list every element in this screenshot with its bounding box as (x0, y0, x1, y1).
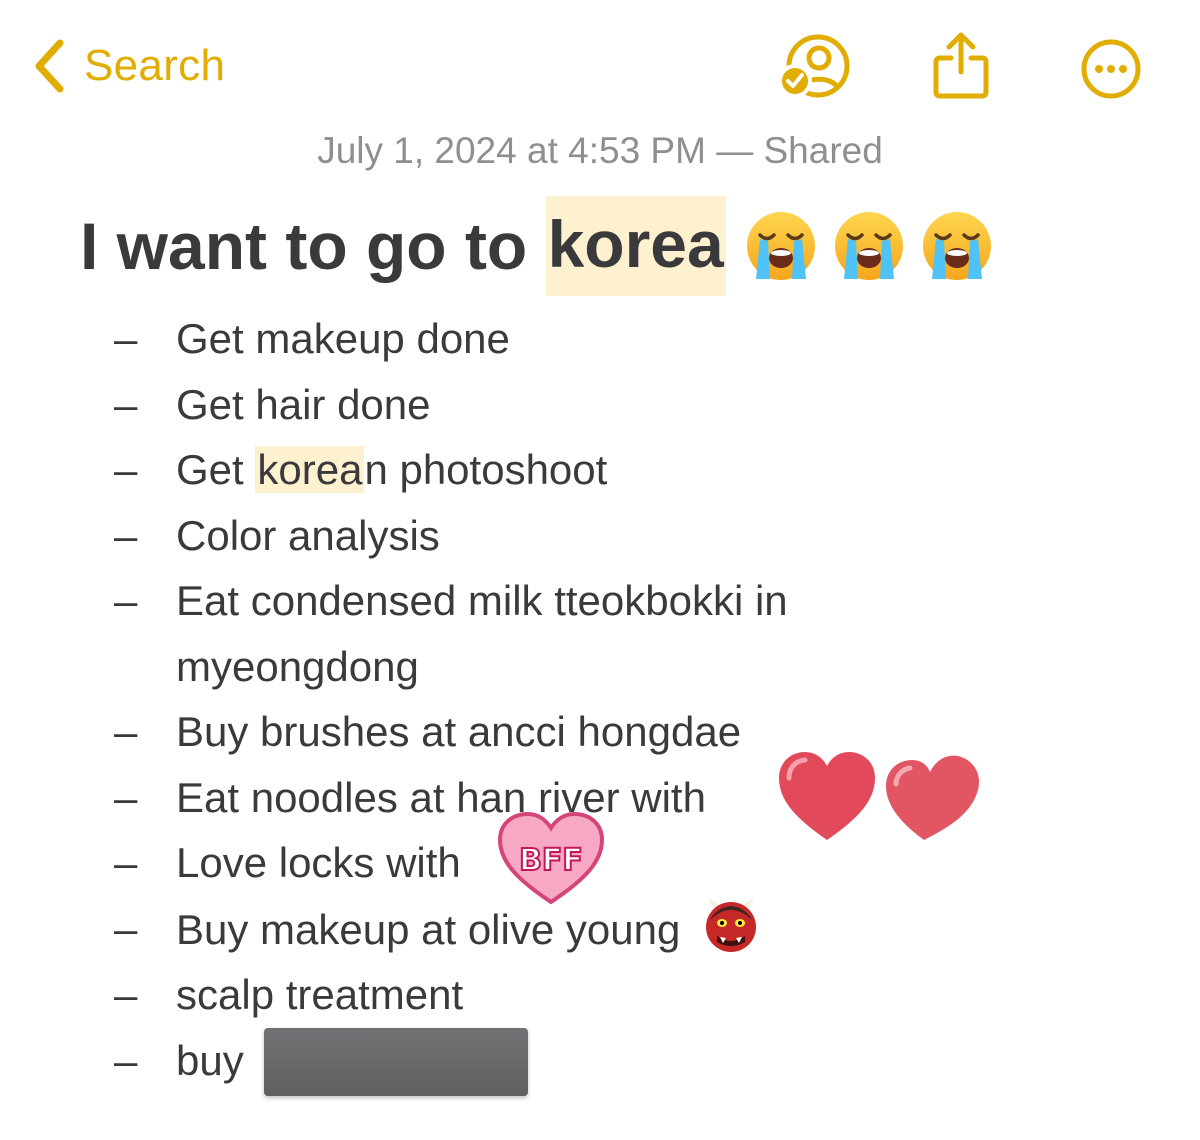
back-label: Search (84, 41, 226, 90)
heart-sticker-icon (886, 755, 980, 840)
list-dash: – (114, 904, 138, 952)
list-dash: – (114, 839, 138, 886)
list-dash: – (114, 577, 138, 624)
share-icon (933, 32, 989, 99)
search-highlight: korea (255, 446, 365, 493)
share-button[interactable] (932, 30, 990, 100)
list-item: – scalp treatment (0, 962, 1200, 1028)
title-search-highlight: korea (545, 196, 726, 296)
heart-sticker-icon (779, 752, 875, 840)
back-button[interactable]: Search (30, 34, 225, 98)
person-checkmark-icon (778, 34, 850, 98)
ellipsis-circle-icon (1081, 39, 1141, 99)
bff-sticker-text: BFF (519, 843, 583, 878)
redaction-block (264, 1028, 528, 1096)
chevron-left-icon (35, 39, 64, 93)
loudly-crying-face-emoji (746, 212, 815, 280)
loudly-crying-face-emoji (834, 212, 903, 280)
title-text: I want to go to (80, 209, 546, 283)
list-item: – Eat condensed milk tteokbokki in myeongd… (0, 568, 1200, 699)
loudly-crying-face-emoji (922, 212, 991, 280)
list-dash: – (114, 380, 138, 428)
list-item: – buy (0, 1028, 1200, 1094)
list-dash: – (114, 446, 138, 493)
note-timestamp: July 1, 2024 at 4:53 PM — Shared (317, 130, 883, 171)
list-dash: – (114, 773, 138, 821)
note-dash-list[interactable]: – Get makeup done – Get hair done – Get kor… (0, 306, 1200, 1093)
list-dash: – (114, 708, 138, 755)
note-title[interactable]: I want to go to korea (80, 196, 994, 296)
list-item: – Color analysis (0, 503, 1200, 569)
collaborate-button[interactable] (778, 34, 854, 100)
list-dash: – (114, 971, 138, 1018)
list-item: – Buy brushes at ancci hongdae (0, 699, 1200, 765)
ogre-emoji (705, 897, 756, 952)
toolbar: Search (0, 0, 1200, 130)
list-dash: – (114, 1036, 138, 1084)
list-item: – Get korean photoshoot (0, 437, 1200, 503)
list-dash: – (114, 315, 138, 362)
list-item: – Get makeup done (0, 306, 1200, 372)
list-item: – Get hair done (0, 372, 1200, 438)
bff-heart-sticker: BFF (497, 812, 605, 905)
title-emojis (744, 209, 994, 283)
more-button[interactable] (1080, 38, 1142, 100)
list-dash: – (114, 511, 138, 559)
